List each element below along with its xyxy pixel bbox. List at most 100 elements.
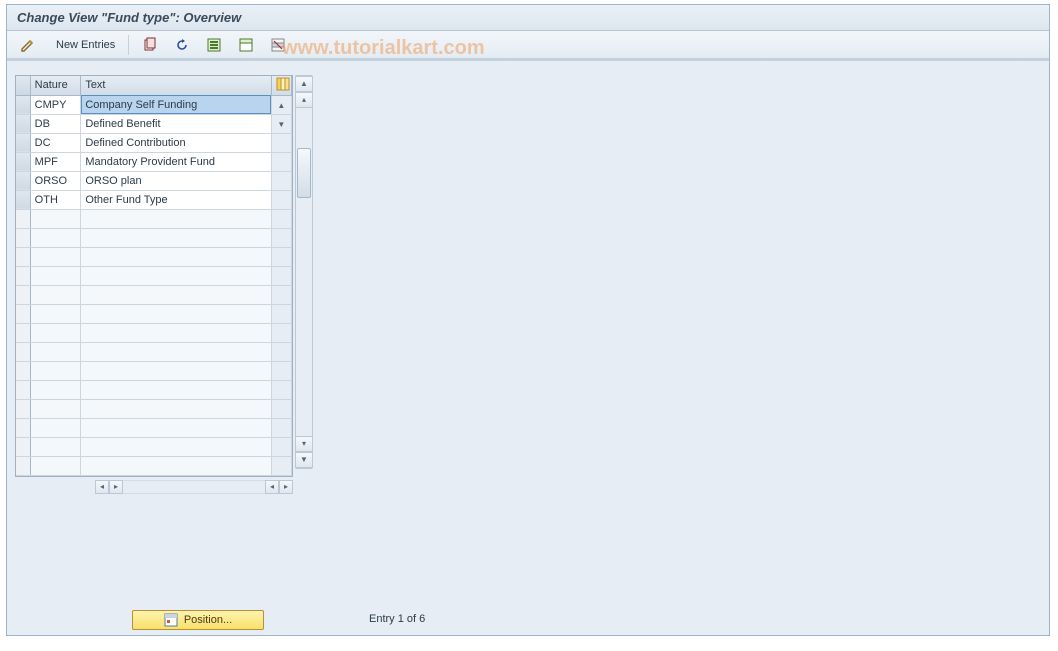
scroll-line-left-button[interactable]: ▸ bbox=[109, 480, 123, 494]
cell-text[interactable]: Company Self Funding bbox=[81, 95, 271, 114]
scroll-track[interactable] bbox=[296, 108, 312, 436]
row-selector[interactable] bbox=[16, 380, 30, 399]
table-row[interactable]: OTHOther Fund Type bbox=[16, 190, 292, 209]
cell-text[interactable] bbox=[81, 380, 271, 399]
cell-text[interactable] bbox=[81, 304, 271, 323]
delete-button[interactable] bbox=[265, 34, 291, 56]
cell-text[interactable]: Defined Benefit bbox=[81, 114, 271, 133]
table-row[interactable] bbox=[16, 228, 292, 247]
undo-button[interactable] bbox=[169, 34, 195, 56]
scroll-line-down-button[interactable]: ▾ bbox=[296, 436, 312, 452]
row-selector[interactable] bbox=[16, 361, 30, 380]
cell-text[interactable] bbox=[81, 456, 271, 475]
table-row[interactable] bbox=[16, 399, 292, 418]
cell-nature[interactable] bbox=[30, 380, 81, 399]
hscroll-track[interactable] bbox=[123, 480, 265, 494]
scroll-right-button[interactable]: ▸ bbox=[279, 480, 293, 494]
cell-text[interactable]: ORSO plan bbox=[81, 171, 271, 190]
cell-nature[interactable]: ORSO bbox=[30, 171, 81, 190]
row-selector[interactable] bbox=[16, 95, 30, 114]
table-row[interactable]: CMPYCompany Self Funding▲ bbox=[16, 95, 292, 114]
cell-text[interactable] bbox=[81, 266, 271, 285]
cell-nature[interactable] bbox=[30, 323, 81, 342]
cell-text[interactable] bbox=[81, 437, 271, 456]
select-all-button[interactable] bbox=[201, 34, 227, 56]
cell-nature[interactable] bbox=[30, 266, 81, 285]
table-row[interactable] bbox=[16, 342, 292, 361]
cell-nature[interactable]: CMPY bbox=[30, 95, 81, 114]
cell-text[interactable] bbox=[81, 342, 271, 361]
row-selector[interactable] bbox=[16, 152, 30, 171]
cell-text[interactable] bbox=[81, 399, 271, 418]
row-selector[interactable] bbox=[16, 399, 30, 418]
row-selector[interactable] bbox=[16, 133, 30, 152]
table-row[interactable] bbox=[16, 266, 292, 285]
scroll-up-button[interactable]: ▲ bbox=[296, 76, 312, 92]
copy-as-button[interactable] bbox=[137, 34, 163, 56]
table-row[interactable] bbox=[16, 418, 292, 437]
row-selector[interactable] bbox=[16, 456, 30, 475]
cell-nature[interactable]: OTH bbox=[30, 190, 81, 209]
row-selector[interactable] bbox=[16, 247, 30, 266]
table-row[interactable] bbox=[16, 209, 292, 228]
scroll-left-button[interactable]: ◂ bbox=[95, 480, 109, 494]
table-row[interactable]: DCDefined Contribution bbox=[16, 133, 292, 152]
table-row[interactable] bbox=[16, 361, 292, 380]
scroll-thumb[interactable] bbox=[297, 148, 311, 198]
cell-text[interactable] bbox=[81, 361, 271, 380]
row-selector[interactable] bbox=[16, 228, 30, 247]
scroll-down-button[interactable]: ▼ bbox=[296, 452, 312, 468]
cell-nature[interactable] bbox=[30, 228, 81, 247]
cell-nature[interactable]: DC bbox=[30, 133, 81, 152]
row-selector[interactable] bbox=[16, 190, 30, 209]
row-selector[interactable] bbox=[16, 114, 30, 133]
vertical-scrollbar[interactable]: ▲ ▴ ▾ ▼ bbox=[295, 75, 313, 469]
table-row[interactable]: DBDefined Benefit▼ bbox=[16, 114, 292, 133]
row-selector[interactable] bbox=[16, 342, 30, 361]
cell-nature[interactable] bbox=[30, 361, 81, 380]
cell-text[interactable]: Defined Contribution bbox=[81, 133, 271, 152]
new-entries-button[interactable]: New Entries bbox=[47, 34, 120, 56]
scroll-line-right-button[interactable]: ◂ bbox=[265, 480, 279, 494]
cell-nature[interactable] bbox=[30, 399, 81, 418]
cell-text[interactable]: Mandatory Provident Fund bbox=[81, 152, 271, 171]
row-selector[interactable] bbox=[16, 418, 30, 437]
cell-nature[interactable]: DB bbox=[30, 114, 81, 133]
cell-text[interactable] bbox=[81, 323, 271, 342]
column-header-nature[interactable]: Nature bbox=[30, 76, 81, 95]
horizontal-scrollbar[interactable]: ◂ ▸ ◂ ▸ bbox=[15, 479, 293, 495]
cell-text[interactable] bbox=[81, 228, 271, 247]
toggle-change-button[interactable] bbox=[15, 34, 41, 56]
cell-nature[interactable] bbox=[30, 304, 81, 323]
table-row[interactable] bbox=[16, 285, 292, 304]
cell-nature[interactable] bbox=[30, 437, 81, 456]
scroll-line-up-button[interactable]: ▴ bbox=[296, 92, 312, 108]
cell-text[interactable] bbox=[81, 247, 271, 266]
cell-nature[interactable]: MPF bbox=[30, 152, 81, 171]
deselect-all-button[interactable] bbox=[233, 34, 259, 56]
row-selector[interactable] bbox=[16, 285, 30, 304]
table-row[interactable] bbox=[16, 323, 292, 342]
row-selector[interactable] bbox=[16, 266, 30, 285]
table-row[interactable]: MPFMandatory Provident Fund bbox=[16, 152, 292, 171]
cell-text[interactable] bbox=[81, 285, 271, 304]
cell-nature[interactable] bbox=[30, 342, 81, 361]
row-selector[interactable] bbox=[16, 437, 30, 456]
row-select-header[interactable] bbox=[16, 76, 30, 95]
table-row[interactable] bbox=[16, 437, 292, 456]
fund-type-table[interactable]: Nature Text CMPYCompany Self Fu bbox=[16, 76, 292, 476]
cell-text[interactable] bbox=[81, 209, 271, 228]
table-row[interactable] bbox=[16, 247, 292, 266]
configure-columns-button[interactable] bbox=[271, 76, 291, 95]
row-selector[interactable] bbox=[16, 323, 30, 342]
table-row[interactable] bbox=[16, 380, 292, 399]
cell-text[interactable] bbox=[81, 418, 271, 437]
row-selector[interactable] bbox=[16, 171, 30, 190]
cell-nature[interactable] bbox=[30, 247, 81, 266]
cell-nature[interactable] bbox=[30, 285, 81, 304]
table-row[interactable] bbox=[16, 304, 292, 323]
cell-nature[interactable] bbox=[30, 209, 81, 228]
position-button[interactable]: Position... bbox=[132, 610, 264, 630]
table-row[interactable]: ORSOORSO plan bbox=[16, 171, 292, 190]
column-header-text[interactable]: Text bbox=[81, 76, 271, 95]
